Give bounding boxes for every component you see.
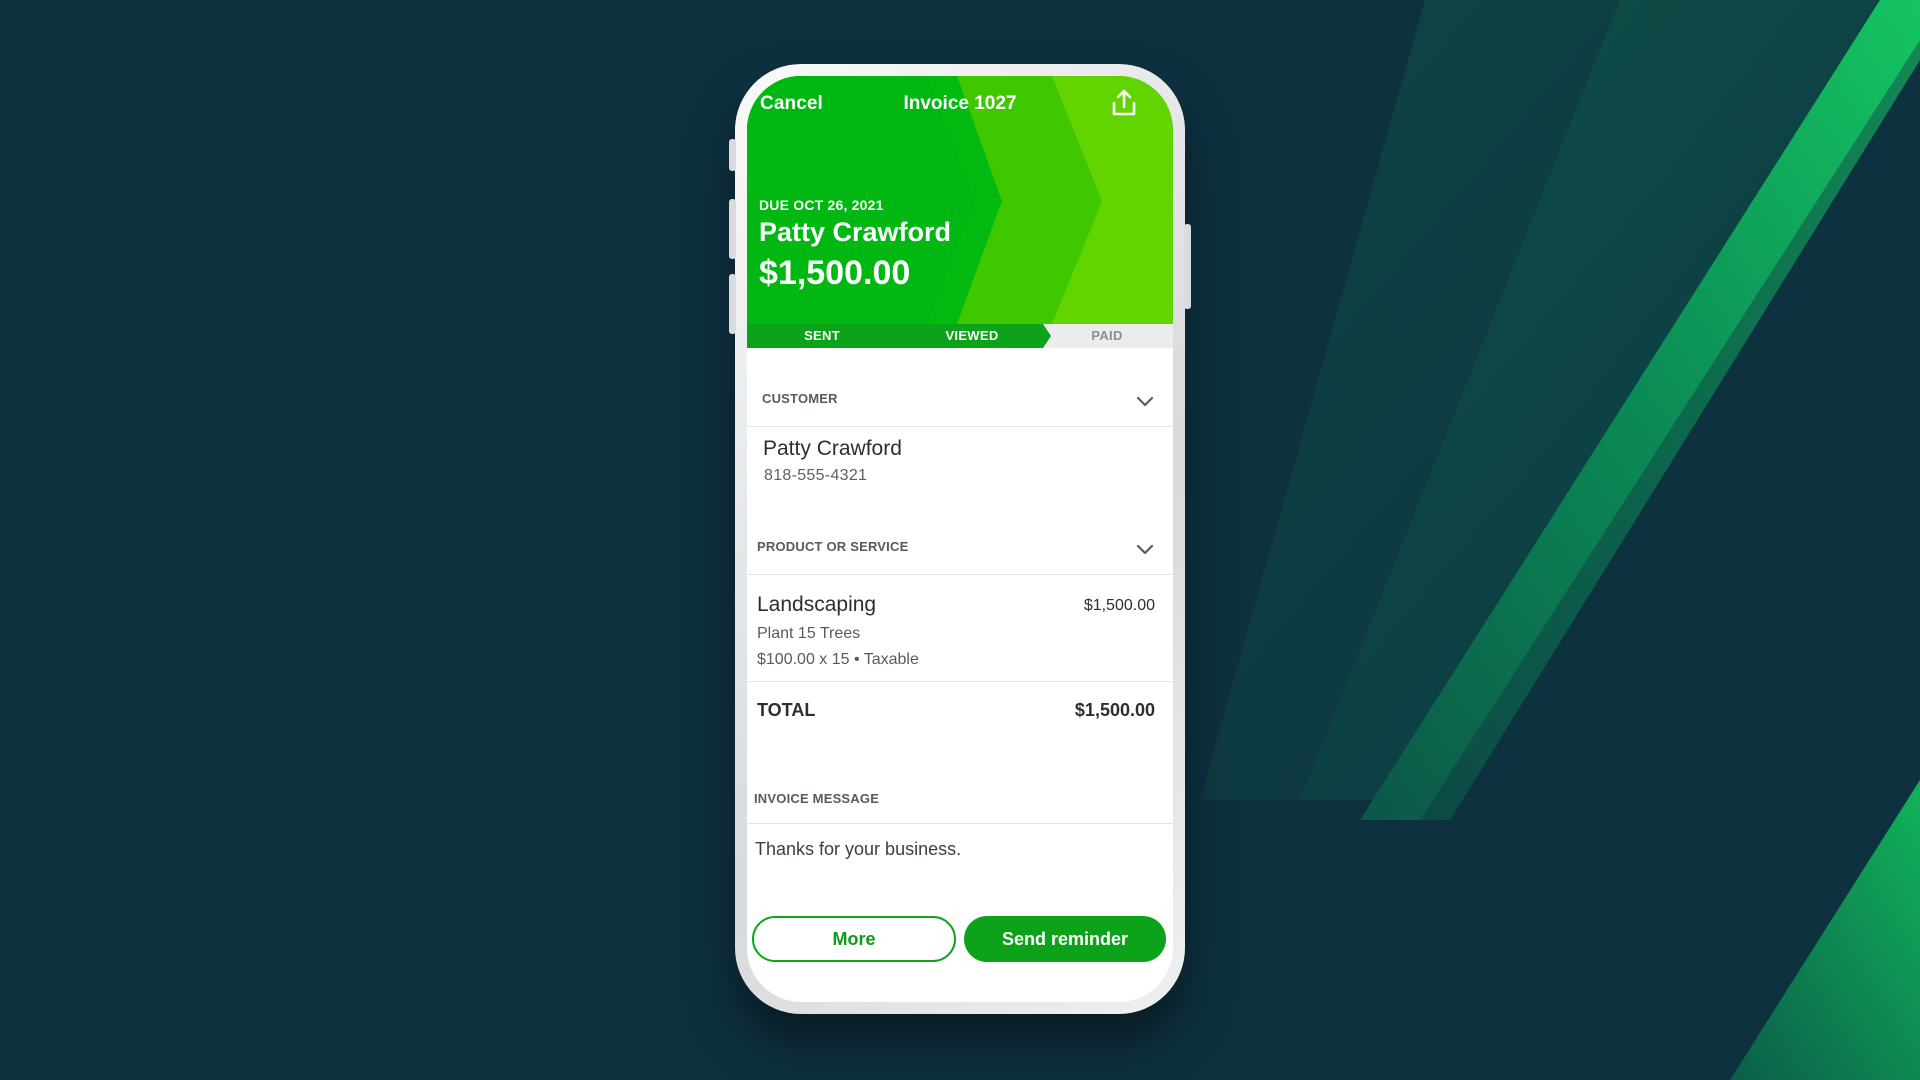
line-item-name: Landscaping <box>757 593 877 616</box>
divider <box>747 681 1173 682</box>
status-step-viewed: VIEWED <box>945 328 999 343</box>
status-progress: SENT VIEWED PAID <box>747 324 1173 348</box>
stage: Cancel Invoice 1027 DUE OCT 26, 2021 Pat… <box>0 0 1920 1080</box>
invoice-header: Cancel Invoice 1027 DUE OCT 26, 2021 Pat… <box>747 76 1173 324</box>
customer-name: Patty Crawford <box>763 437 902 460</box>
divider <box>747 823 1173 824</box>
customer-phone: 818-555-4321 <box>764 467 868 484</box>
total-label: TOTAL <box>757 700 816 720</box>
line-item-rate: $100.00 x 15 • Taxable <box>757 651 919 668</box>
phone-power-button <box>1184 224 1191 309</box>
invoice-message-label: INVOICE MESSAGE <box>754 791 880 806</box>
invoice-message-text[interactable]: Thanks for your business. <box>755 839 961 860</box>
total-value: $1,500.00 <box>1074 700 1155 720</box>
divider <box>747 426 1173 427</box>
more-button[interactable]: More <box>752 916 956 962</box>
product-section-label: PRODUCT OR SERVICE <box>757 539 909 554</box>
phone-volume-down <box>729 274 736 334</box>
share-icon[interactable] <box>1110 88 1138 118</box>
send-reminder-button[interactable]: Send reminder <box>964 916 1166 962</box>
phone-mute-switch <box>729 139 736 171</box>
header-customer-name: Patty Crawford <box>759 217 952 247</box>
app-screen: Cancel Invoice 1027 DUE OCT 26, 2021 Pat… <box>747 76 1173 1002</box>
chevron-down-icon[interactable] <box>1136 396 1154 407</box>
line-item-price: $1,500.00 <box>1083 597 1155 614</box>
line-item-description: Plant 15 Trees <box>757 625 861 642</box>
chevron-down-icon[interactable] <box>1136 544 1154 555</box>
phone-volume-up <box>729 199 736 259</box>
phone-frame: Cancel Invoice 1027 DUE OCT 26, 2021 Pat… <box>729 64 1191 1014</box>
status-step-paid: PAID <box>1091 328 1123 343</box>
divider <box>747 574 1173 575</box>
status-step-sent: SENT <box>804 328 840 343</box>
customer-section-label: CUSTOMER <box>762 391 838 406</box>
due-date-label: DUE OCT 26, 2021 <box>759 197 884 213</box>
invoice-amount: $1,500.00 <box>759 254 911 292</box>
